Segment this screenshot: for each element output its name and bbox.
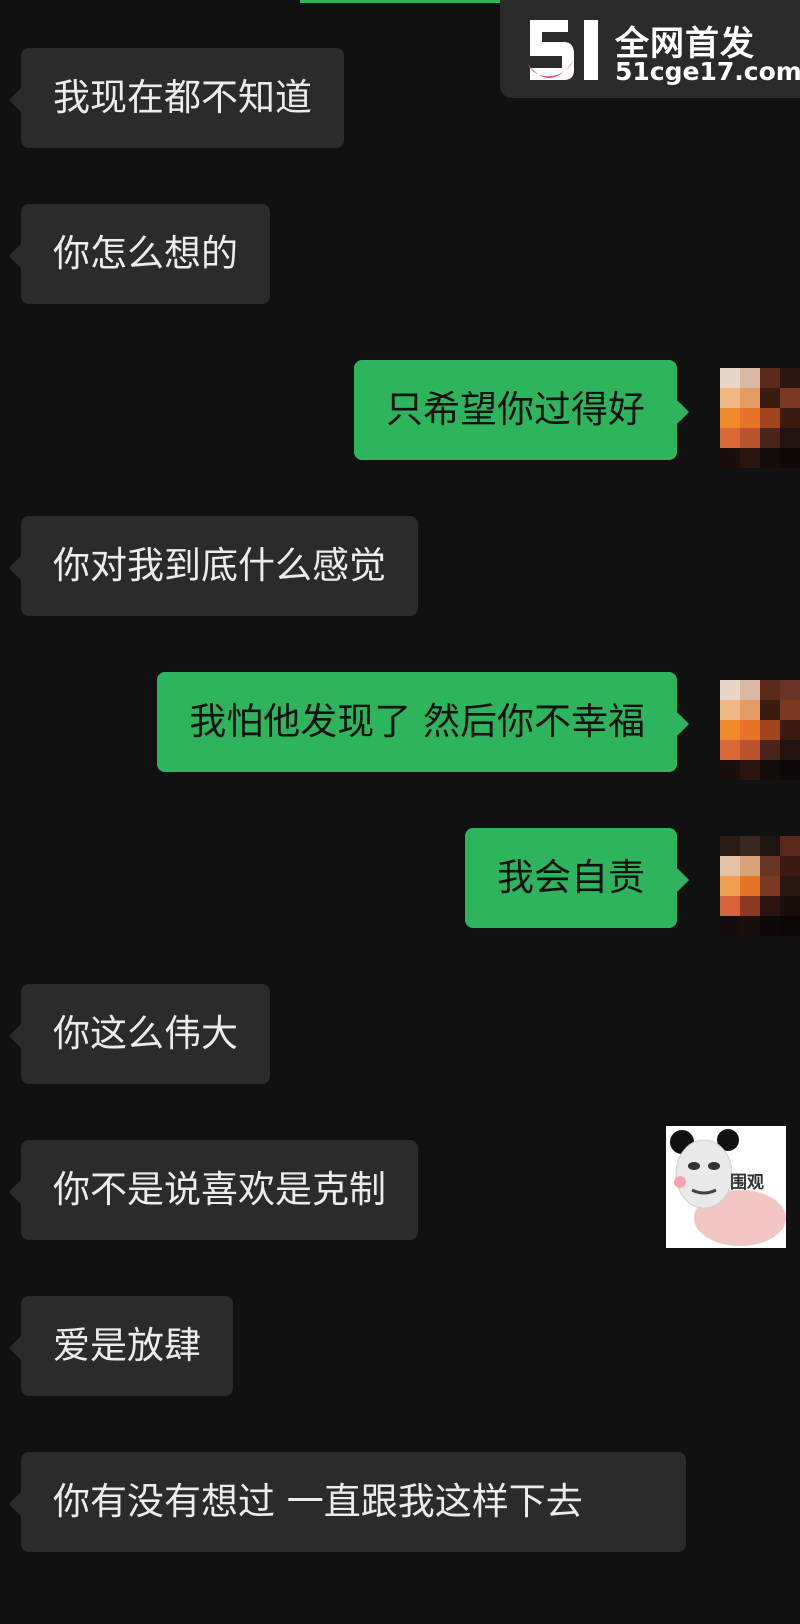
message-bubble-incoming[interactable]: 爱是放肆 (9, 1296, 233, 1396)
message-text: 你对我到底什么感觉 (53, 544, 386, 587)
message-text: 你这么伟大 (53, 1012, 238, 1055)
user-avatar-pixelated[interactable] (720, 680, 800, 780)
panda-meme-sticker[interactable]: 围观 (666, 1126, 786, 1248)
message-text: 你有没有想过 一直跟我这样下去 (53, 1480, 583, 1523)
sticker-caption: 围观 (730, 1173, 764, 1193)
message-bubble-incoming[interactable]: 你有没有想过 一直跟我这样下去 (9, 1452, 686, 1552)
watermark-overlay: 全网首发 51cge17.com (500, 0, 800, 98)
message-text: 你怎么想的 (53, 232, 238, 275)
message-bubble-outgoing[interactable]: 我怕他发现了 然后你不幸福 (157, 672, 689, 772)
message-bubble-outgoing[interactable]: 只希望你过得好 (354, 360, 689, 460)
watermark-url: 51cge17.com (615, 57, 800, 86)
message-text: 只希望你过得好 (386, 388, 645, 431)
user-avatar-pixelated[interactable] (720, 836, 800, 936)
panda-face-icon (670, 1129, 786, 1246)
message-bubble-incoming[interactable]: 我现在都不知道 (9, 48, 344, 148)
message-bubble-incoming[interactable]: 你这么伟大 (9, 984, 270, 1084)
message-text: 我现在都不知道 (53, 76, 312, 119)
message-text: 爱是放肆 (53, 1324, 201, 1367)
message-bubble-incoming[interactable]: 你不是说喜欢是克制 (9, 1140, 418, 1240)
user-avatar-pixelated[interactable] (720, 368, 800, 468)
message-text: 你不是说喜欢是克制 (53, 1168, 386, 1211)
message-bubble-incoming[interactable]: 你怎么想的 (9, 204, 270, 304)
message-bubble-incoming[interactable]: 你对我到底什么感觉 (9, 516, 418, 616)
message-text: 我怕他发现了 然后你不幸福 (189, 700, 645, 743)
message-text: 我会自责 (497, 856, 645, 899)
site-logo-icon (528, 20, 598, 80)
message-bubble-outgoing[interactable]: 我会自责 (465, 828, 689, 928)
